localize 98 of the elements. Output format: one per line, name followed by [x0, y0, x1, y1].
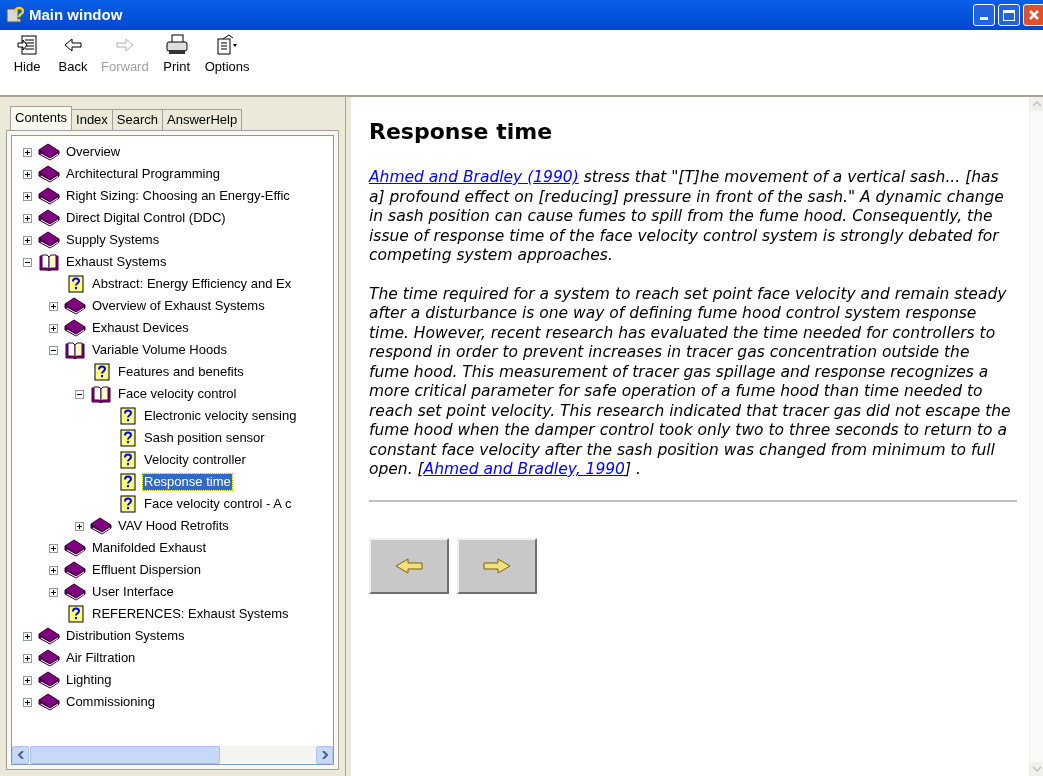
tree-item[interactable]: Distribution Systems	[65, 628, 186, 644]
expand-toggle[interactable]	[22, 169, 32, 179]
toolbar-button[interactable]: Options	[201, 34, 253, 75]
tree-item[interactable]: Supply Systems	[65, 232, 161, 248]
closed-book-icon	[38, 627, 60, 645]
tree-item[interactable]: Architectural Programming	[65, 166, 221, 182]
help-book-icon	[6, 6, 24, 24]
tree-item[interactable]: Overview	[65, 144, 122, 160]
closed-book-icon	[64, 297, 86, 315]
tree-item[interactable]: Variable Volume Hoods	[91, 342, 228, 358]
closed-book-icon	[38, 693, 60, 711]
tree-item[interactable]: Direct Digital Control (DDC)	[65, 210, 227, 226]
hide-pane-icon	[16, 34, 38, 56]
tree-item[interactable]: Air Filtration	[65, 650, 137, 666]
toolbar-button[interactable]: Back	[52, 34, 94, 75]
tree-item[interactable]: Effluent Dispersion	[91, 562, 202, 578]
printer-icon	[164, 34, 189, 56]
expand-toggle[interactable]	[74, 521, 84, 531]
closed-book-icon	[64, 319, 86, 337]
expand-toggle[interactable]	[22, 697, 32, 707]
tab[interactable]: Search	[112, 109, 164, 130]
tree-item[interactable]: Features and benefits	[117, 364, 245, 380]
tree-item[interactable]: Exhaust Devices	[91, 320, 190, 336]
collapse-toggle[interactable]	[48, 345, 58, 355]
help-page-icon	[120, 451, 136, 469]
tab[interactable]: AnswerHelp	[163, 109, 243, 130]
tab[interactable]: Index	[72, 109, 113, 130]
collapse-toggle[interactable]	[74, 389, 84, 399]
expand-toggle[interactable]	[22, 235, 32, 245]
topic-paragraph: Ahmed and Bradley (1990) stress that "[T]he movement of a vertical sash... [has a] profound effect on [reducing] pressure in front of the sash." A dynamic change in sash position can cause fumes to spill from the fume hood. Consequently, the issue of response time of the face velocity control system is strongly debated for competing system approaches.	[369, 168, 1005, 266]
expand-toggle[interactable]	[48, 587, 58, 597]
tree-item[interactable]: Response time	[143, 474, 232, 490]
help-page-icon	[120, 407, 136, 425]
closed-book-icon	[38, 209, 60, 227]
toolbar-button[interactable]: Print	[155, 34, 198, 75]
help-page-icon	[68, 605, 84, 623]
expand-toggle[interactable]	[48, 323, 58, 333]
collapse-toggle[interactable]	[22, 257, 32, 267]
help-page-icon	[68, 275, 84, 293]
tree-item[interactable]: User Interface	[91, 584, 175, 600]
tree-item[interactable]: Abstract: Energy Efficiency and Ex	[91, 276, 293, 292]
expand-toggle[interactable]	[22, 631, 32, 641]
tree-item[interactable]: Sash position sensor	[143, 430, 266, 446]
closed-book-icon	[38, 671, 60, 689]
tab[interactable]: Contents	[10, 106, 73, 130]
open-book-icon	[38, 253, 60, 271]
tree-item[interactable]: Exhaust Systems	[65, 254, 168, 270]
tree-item[interactable]: Manifolded Exhaust	[91, 540, 208, 556]
help-page-icon	[94, 363, 110, 381]
open-book-icon	[90, 385, 112, 403]
closed-book-icon	[38, 143, 60, 161]
closed-book-icon	[64, 561, 86, 579]
citation-link[interactable]: Ahmed and Bradley (1990)	[369, 168, 579, 186]
tree-item[interactable]: VAV Hood Retrofits	[117, 518, 230, 534]
window-title: Main window	[29, 4, 123, 25]
closed-book-icon	[64, 583, 86, 601]
closed-book-icon	[38, 649, 60, 667]
tree-item[interactable]: Face velocity control	[117, 386, 238, 402]
help-page-icon	[120, 429, 136, 447]
topic-paragraph: The time required for a system to reach set point face velocity and remain steady after a disturbance is one way of defining fume hood control system response time. However, recent research has evaluated the time needed for controllers to respond in order to prevent increases in tracer gas concentration outside the fume hood. This measurement of tracer gas spillage and response recognizes a more critical parameter for safe operation of a fume hood than time needed to reach set point velocity. This research indicated that tracer gas did not escape the fume hood when the damper control took only two to three seconds to return to a constant face velocity after the sash position was changed from minimum to full open. [Ahmed and Bradley, 1990] .	[369, 284, 1011, 480]
tree-item[interactable]: Overview of Exhaust Systems	[91, 298, 266, 314]
maximize-button[interactable]	[998, 4, 1020, 26]
scroll-left-button[interactable]	[12, 746, 29, 764]
tree-item[interactable]: Electronic velocity sensing	[143, 408, 298, 424]
topic-title: Response time	[369, 118, 554, 146]
next-topic-button[interactable]	[457, 537, 537, 594]
horizontal-scrollbar[interactable]	[12, 746, 333, 764]
close-icon	[1028, 9, 1040, 21]
scroll-right-button[interactable]	[316, 746, 333, 764]
citation-link[interactable]: Ahmed and Bradley, 1990	[423, 460, 625, 478]
closed-book-icon	[38, 165, 60, 183]
tree-item[interactable]: Right Sizing: Choosing an Energy-Effic	[65, 188, 291, 204]
toolbar-button[interactable]: Hide	[6, 34, 48, 75]
help-page-icon	[120, 495, 136, 513]
tree-item[interactable]: Commissioning	[65, 694, 156, 710]
closed-book-icon	[38, 187, 60, 205]
expand-toggle[interactable]	[48, 543, 58, 553]
previous-topic-button[interactable]	[369, 537, 449, 594]
expand-toggle[interactable]	[22, 147, 32, 157]
expand-toggle[interactable]	[22, 653, 32, 663]
scroll-thumb[interactable]	[30, 746, 220, 764]
closed-book-icon	[64, 539, 86, 557]
close-button[interactable]	[1023, 4, 1043, 26]
expand-toggle[interactable]	[22, 213, 32, 223]
open-book-icon	[64, 341, 86, 359]
tree-item[interactable]: Velocity controller	[143, 452, 247, 468]
minimize-button[interactable]	[973, 4, 995, 26]
expand-toggle[interactable]	[48, 565, 58, 575]
expand-toggle[interactable]	[22, 191, 32, 201]
tree-item[interactable]: Lighting	[65, 672, 113, 688]
expand-toggle[interactable]	[48, 301, 58, 311]
closed-book-icon	[90, 517, 112, 535]
options-icon	[215, 34, 240, 56]
tree-item[interactable]: Face velocity control - A c	[143, 496, 293, 512]
closed-book-icon	[38, 231, 60, 249]
help-page-icon	[120, 473, 136, 491]
expand-toggle[interactable]	[22, 675, 32, 685]
tree-item[interactable]: REFERENCES: Exhaust Systems	[91, 606, 290, 622]
